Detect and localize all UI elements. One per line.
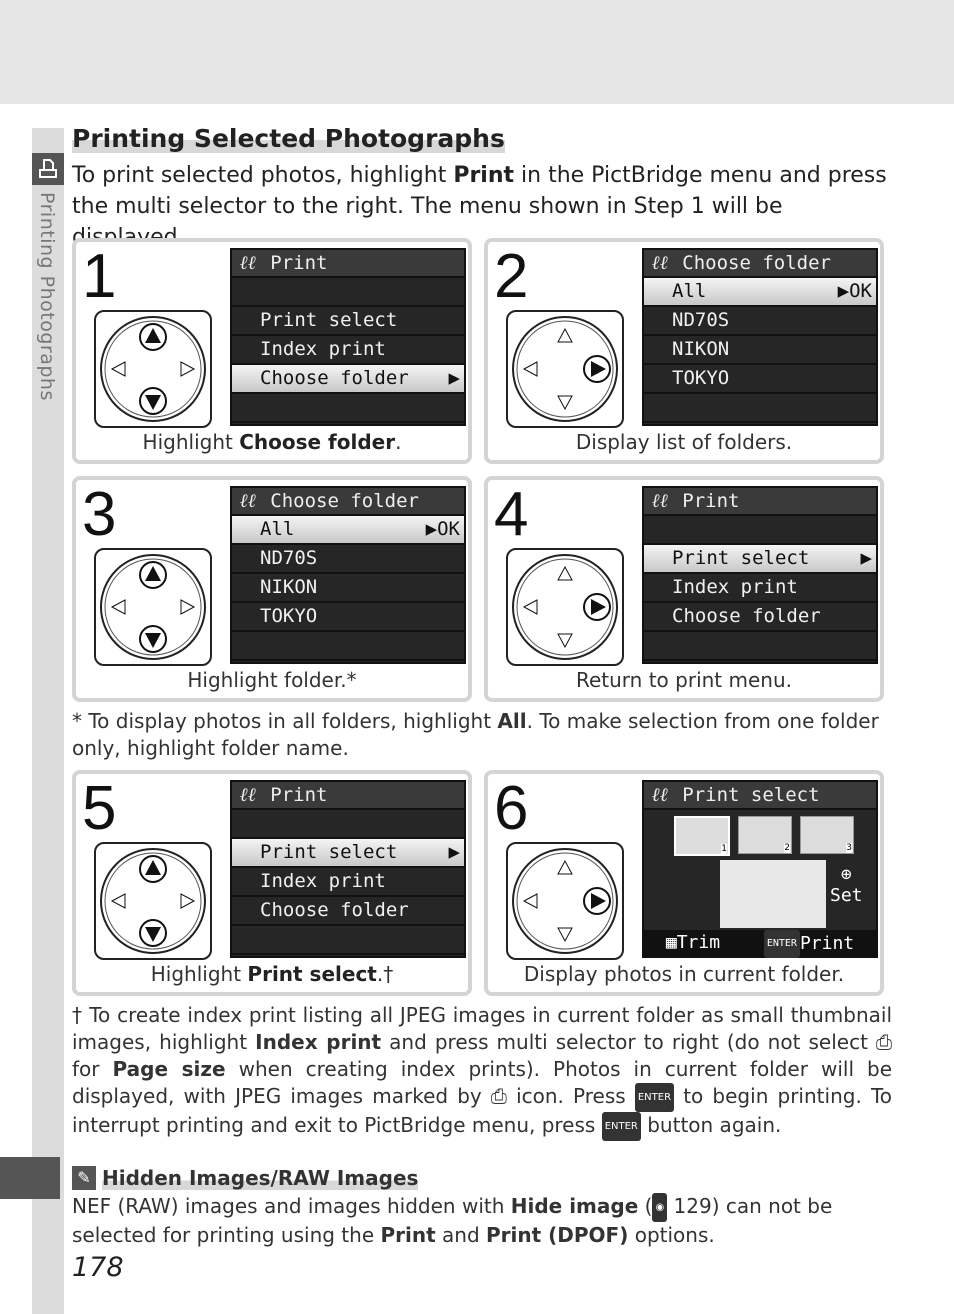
sidebar-label: Printing Photographs (36, 192, 58, 401)
menu-item: Choose folder (644, 603, 876, 632)
screen-header: ℓℓ Print (232, 250, 464, 278)
screen-header: ℓℓ Print (644, 488, 876, 516)
step-4: 4 ℓℓ Print Print select ▶ Index print Choose… (484, 476, 884, 702)
menu-item: Choose folder (232, 897, 464, 926)
screen-header: ℓℓ Choose folder (644, 250, 876, 278)
menu-item: Print select ▶ (232, 839, 464, 868)
sidebar-marker (0, 1157, 60, 1199)
photo-thumbnail: 2 (738, 816, 792, 854)
section-title: Printing Selected Photographs (72, 124, 505, 153)
menu-item: NIKON (232, 574, 464, 603)
step-caption: Return to print menu. (575, 668, 792, 692)
step-caption: Display photos in current folder. (523, 962, 845, 986)
menu-item: Index print (232, 336, 464, 365)
selection-arrow-icon: ▶ (860, 547, 872, 569)
selection-arrow-icon: ▶OK (425, 518, 460, 540)
menu-item: TOKYO (644, 365, 876, 394)
enter-key-icon: ENTER (601, 1112, 641, 1141)
step-number: 6 (494, 774, 529, 843)
screen-header: ℓℓ Choose folder (232, 488, 464, 516)
menu-item (232, 926, 464, 955)
printer-icon (32, 153, 64, 185)
step-5: 5 ℓℓ Print Print select ▶ Index print Choose… (72, 770, 472, 996)
menu-item: Index print (232, 868, 464, 897)
step-6: 6 ℓℓ Print select 123 ⊕ Set ▦Trim ENTER Prin… (484, 770, 884, 996)
selection-arrow-icon: ▶ (448, 841, 460, 863)
menu-item (232, 810, 464, 839)
menu-item: ND70S (232, 545, 464, 574)
pictbridge-icon: ℓℓ (240, 490, 257, 512)
step-3: 3 ℓℓ Choose folder All ▶OK ND70S NIKON TOKYO … (72, 476, 472, 702)
step-caption: Highlight Choose folder. (142, 430, 402, 454)
photo-thumbnail: 1 (674, 816, 730, 856)
multi-selector-icon (506, 548, 624, 666)
pictbridge-icon: ℓℓ (652, 784, 669, 806)
enter-key-icon: ENTER (634, 1083, 675, 1112)
step-number: 1 (82, 242, 117, 311)
menu-item (644, 632, 876, 661)
selection-arrow-icon: ▶ (448, 367, 460, 389)
note-dagger: † To create index print listing all JPEG… (72, 1002, 892, 1141)
set-label: ⊕ Set (830, 864, 863, 906)
screen-header: ℓℓ Print select (644, 782, 876, 810)
hidden-images-text: NEF (RAW) images and images hidden with … (72, 1193, 833, 1247)
pictbridge-icon: ℓℓ (240, 784, 257, 806)
camera-screen: ℓℓ Choose folder All ▶OK ND70S NIKON TOKYO (230, 486, 466, 664)
pictbridge-icon: ℓℓ (240, 252, 257, 274)
screen-header: ℓℓ Print (232, 782, 464, 810)
menu-item (232, 394, 464, 423)
menu-item: TOKYO (232, 603, 464, 632)
multi-selector-icon (94, 310, 212, 428)
camera-screen: ℓℓ Print Print select ▶ Index print Choose f… (642, 486, 878, 664)
camera-screen: ℓℓ Choose folder All ▶OK ND70S NIKON TOKYO (642, 248, 878, 426)
camera-screen: ℓℓ Print Print select ▶ Index print Choose f… (230, 780, 466, 958)
pictbridge-icon: ℓℓ (652, 252, 669, 274)
step-caption: Highlight folder.* (187, 668, 357, 692)
multi-selector-icon (94, 842, 212, 960)
step-number: 5 (82, 774, 117, 843)
hidden-images-title: ✎ Hidden Images/RAW Images (72, 1166, 419, 1190)
menu-item (644, 394, 876, 423)
photo-thumbnail: 3 (800, 816, 854, 854)
page-size-icon: ⎙ (876, 1030, 892, 1054)
print-label: ENTER Print (763, 930, 854, 958)
menu-item: All ▶OK (644, 278, 876, 307)
menu-item (232, 632, 464, 661)
menu-item: Index print (644, 574, 876, 603)
playback-menu-icon: ◉ (652, 1193, 668, 1222)
photo-preview (720, 860, 826, 928)
multi-selector-icon (506, 310, 624, 428)
page-number: 178 (72, 1252, 124, 1283)
camera-screen: ℓℓ Print Print select Index print Choose fo… (230, 248, 466, 426)
step-1: 1 ℓℓ Print Print select Index print Choose … (72, 238, 472, 464)
menu-item: Print select (232, 307, 464, 336)
step-number: 2 (494, 242, 529, 311)
menu-item (232, 278, 464, 307)
top-band (0, 0, 954, 104)
print-mark-icon: ⎙ (490, 1084, 507, 1108)
step-number: 3 (82, 480, 117, 549)
step-number: 4 (494, 480, 529, 549)
menu-item (644, 516, 876, 545)
multi-selector-icon (94, 548, 212, 666)
camera-screen: ℓℓ Print select 123 ⊕ Set ▦Trim ENTER Print (642, 780, 878, 958)
selection-arrow-icon: ▶OK (837, 280, 872, 302)
menu-item: NIKON (644, 336, 876, 365)
step-caption: Display list of folders. (575, 430, 793, 454)
pictbridge-icon: ℓℓ (652, 490, 669, 512)
step-caption: Highlight Print select.† (150, 962, 394, 986)
menu-item: Choose folder ▶ (232, 365, 464, 394)
pencil-icon: ✎ (72, 1166, 96, 1190)
step-2: 2 ℓℓ Choose folder All ▶OK ND70S NIKON TOKYO … (484, 238, 884, 464)
trim-label: ▦Trim (665, 932, 721, 953)
multi-selector-icon (506, 842, 624, 960)
note-star: * To display photos in all folders, high… (72, 709, 879, 760)
menu-item: Print select ▶ (644, 545, 876, 574)
menu-item: ND70S (644, 307, 876, 336)
menu-item: All ▶OK (232, 516, 464, 545)
